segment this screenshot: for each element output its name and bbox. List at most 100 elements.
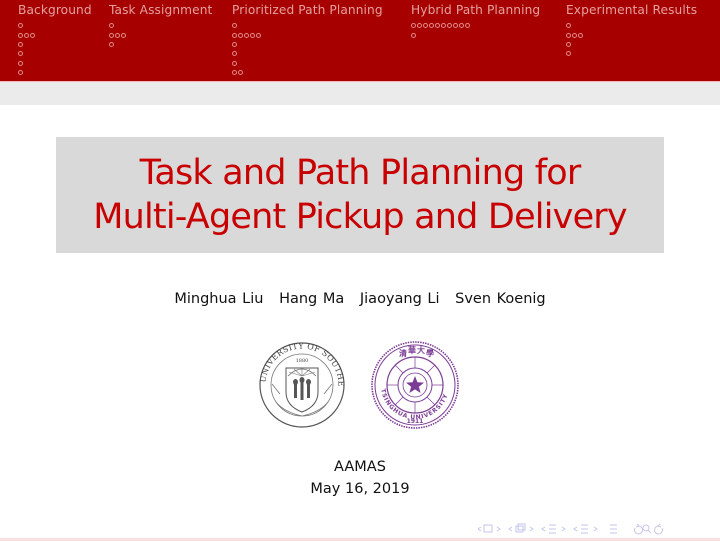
frame-prev-icon[interactable] [478, 526, 482, 532]
title-box: Task and Path Planning for Multi-Agent P… [56, 137, 664, 253]
slide-dots [18, 21, 92, 77]
subsection-icon[interactable] [515, 523, 526, 533]
section-title[interactable]: Background [18, 3, 92, 18]
slide-dot[interactable] [18, 41, 23, 47]
slide-dot[interactable] [453, 23, 458, 29]
subsection-dot-row [566, 40, 697, 49]
slide-dot[interactable] [232, 51, 237, 57]
redo-icon[interactable] [654, 523, 663, 535]
undo-icon[interactable] [634, 523, 643, 535]
slide-dot[interactable] [238, 70, 243, 76]
author: Minghua Liu [174, 291, 264, 307]
slide-dot[interactable] [566, 32, 571, 38]
frame-icon[interactable] [483, 524, 493, 533]
subsection-dot-row [109, 30, 212, 39]
subsection-dot-row [232, 59, 383, 68]
conference-name: AAMAS [334, 459, 386, 475]
author: Hang Ma [279, 291, 345, 307]
subsection-dot-row [18, 49, 92, 58]
nav-section-task-assignment[interactable]: Task Assignment [109, 3, 212, 49]
slide-dot[interactable] [411, 23, 416, 29]
slide-dot[interactable] [18, 60, 23, 66]
slide-dot[interactable] [18, 70, 23, 76]
svg-text:華: 華 [408, 345, 416, 355]
subsection-bar [0, 81, 720, 105]
svg-text:清: 清 [399, 348, 407, 358]
subsection-dot-row [18, 30, 92, 39]
slide-dots [411, 21, 540, 40]
slide-dot[interactable] [447, 23, 452, 29]
nav-section-experimental-results[interactable]: Experimental Results [566, 3, 697, 59]
slide-dot[interactable] [244, 32, 249, 38]
usc-year: 1880 [296, 358, 309, 364]
subsection-dot-row [566, 21, 697, 30]
subsection-dot-row [109, 21, 212, 30]
section-title[interactable]: Task Assignment [109, 3, 212, 18]
slide-dot[interactable] [411, 32, 416, 38]
subsection-dot-row [232, 21, 383, 30]
slide-dot[interactable] [232, 32, 237, 38]
slide-dot[interactable] [566, 41, 571, 47]
slide-dot[interactable] [250, 32, 255, 38]
tsinghua-year: 1911 [407, 418, 424, 425]
subsection-dot-row [232, 40, 383, 49]
event-info: AAMAS May 16, 2019 [0, 456, 720, 500]
slide-dot[interactable] [24, 32, 29, 38]
nav-section-hybrid-path-planning[interactable]: Hybrid Path Planning [411, 3, 540, 40]
slide-dot[interactable] [232, 70, 237, 76]
subsection-prev-icon[interactable] [508, 526, 513, 532]
slide-dot[interactable] [232, 23, 237, 29]
slide-dot[interactable] [238, 32, 243, 38]
subsection-dot-row [109, 40, 212, 49]
presentation-icon[interactable] [581, 524, 588, 534]
slide-dot[interactable] [18, 32, 23, 38]
subsection-dot-row [18, 40, 92, 49]
slide-dot[interactable] [429, 23, 434, 29]
subsection-dot-row [411, 21, 540, 30]
slide-dot[interactable] [109, 23, 114, 29]
slide-dot[interactable] [459, 23, 464, 29]
slide-dot[interactable] [465, 23, 470, 29]
subsection-dot-row [232, 49, 383, 58]
slide-dot[interactable] [109, 32, 114, 38]
slide-dot[interactable] [572, 32, 577, 38]
slide-dot[interactable] [115, 32, 120, 38]
author: Jiaoyang Li [359, 291, 440, 307]
section-icon[interactable] [549, 524, 556, 534]
slide-dot[interactable] [18, 23, 23, 29]
slide-dot[interactable] [417, 23, 422, 29]
slide-dot[interactable] [121, 32, 126, 38]
presentation-date: May 16, 2019 [310, 481, 410, 497]
presentation-next-icon[interactable] [593, 526, 598, 532]
section-next-icon[interactable] [561, 526, 566, 532]
slide-dot[interactable] [566, 51, 571, 57]
subsection-next-icon[interactable] [529, 526, 534, 532]
nav-section-background[interactable]: Background [18, 3, 92, 77]
frame-next-icon[interactable] [496, 526, 501, 532]
slide-dot[interactable] [435, 23, 440, 29]
slide-dot[interactable] [18, 51, 23, 57]
slide-dot[interactable] [423, 23, 428, 29]
slide-dot[interactable] [30, 32, 35, 38]
slide-dot[interactable] [441, 23, 446, 29]
slide-dot[interactable] [578, 32, 583, 38]
slide-dot[interactable] [109, 41, 114, 47]
tsinghua-seal-logo: 清華大學 TSINGHUA UNIVERSITY 1911 [371, 341, 459, 429]
nav-section-prioritized-path-planning[interactable]: Prioritized Path Planning [232, 3, 383, 77]
presentation-prev-icon[interactable] [573, 526, 578, 532]
section-prev-icon[interactable] [541, 526, 546, 532]
section-title[interactable]: Experimental Results [566, 3, 697, 18]
search-icon[interactable] [642, 524, 652, 534]
section-title[interactable]: Hybrid Path Planning [411, 3, 540, 18]
svg-text:學: 學 [426, 348, 434, 358]
section-navigation-header: Background Task Assignment Prioritized P… [0, 0, 720, 81]
slide-dot[interactable] [232, 41, 237, 47]
subsection-dot-row [411, 30, 540, 39]
subsection-dot-row [232, 68, 383, 77]
align-icon[interactable] [610, 524, 617, 534]
slide-dot[interactable] [256, 32, 261, 38]
slide-dot[interactable] [566, 23, 571, 29]
slide-dot[interactable] [232, 60, 237, 66]
section-title[interactable]: Prioritized Path Planning [232, 3, 383, 18]
title-line-2: Multi-Agent Pickup and Delivery [93, 197, 627, 237]
